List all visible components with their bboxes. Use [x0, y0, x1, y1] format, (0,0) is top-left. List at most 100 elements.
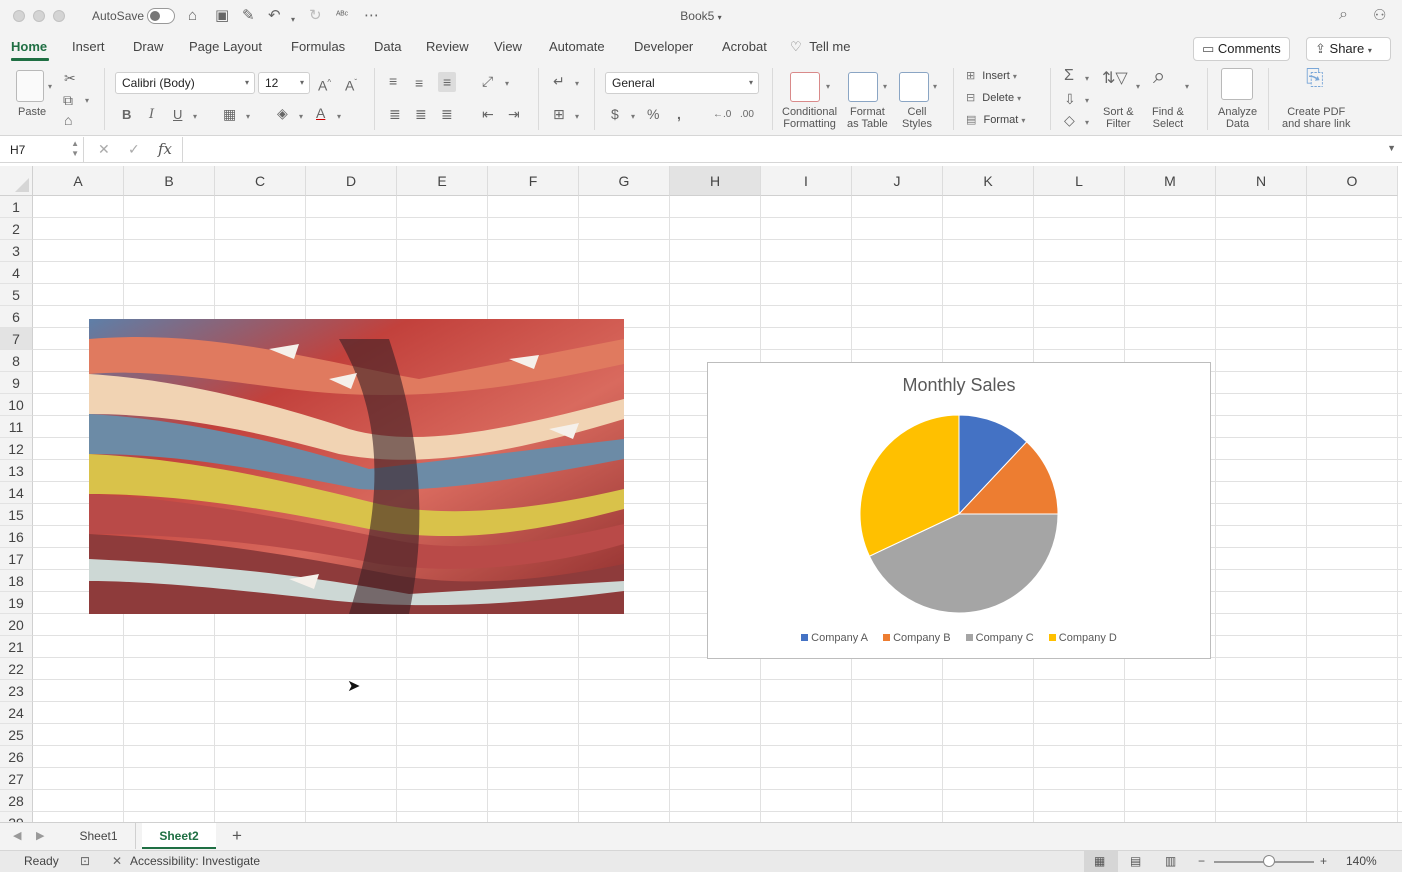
column-header-j[interactable]: J [852, 166, 943, 196]
sheet-tab-sheet2[interactable]: Sheet2 [142, 823, 216, 849]
copy-icon[interactable]: ⧉ [63, 92, 73, 108]
align-bottom-icon[interactable]: ≡ [438, 72, 457, 92]
increase-decimal-icon[interactable]: ←.0 [713, 107, 731, 123]
analyze-data-label[interactable]: Analyze Data [1218, 106, 1257, 130]
sort-filter-icon[interactable]: ⇅▽ [1102, 71, 1128, 87]
column-header-o[interactable]: O [1307, 166, 1398, 196]
sheet-tab-sheet1[interactable]: Sheet1 [62, 823, 136, 849]
find-select-label[interactable]: Find & Select [1152, 106, 1184, 130]
chart[interactable]: Monthly Sales Company A Company B Compan… [707, 362, 1211, 659]
tab-automate[interactable]: Automate [549, 39, 605, 54]
chevron-down-icon[interactable]: ▾ [246, 112, 250, 121]
row-header-19[interactable]: 19 [0, 592, 33, 614]
increase-indent-icon[interactable]: ⇥ [508, 106, 520, 122]
align-center-icon[interactable]: ≣ [415, 106, 427, 122]
conditional-formatting-icon[interactable] [790, 72, 820, 102]
orientation-icon[interactable]: ⤢ [482, 73, 493, 89]
tab-draw[interactable]: Draw [133, 39, 163, 54]
chevron-down-icon[interactable]: ▾ [1185, 82, 1189, 91]
zoom-level[interactable]: 140% [1346, 854, 1377, 868]
stepper-icon[interactable]: ▲ ▼ [71, 139, 79, 159]
align-left-icon[interactable]: ≣ [389, 106, 401, 122]
currency-icon[interactable]: $ [611, 106, 619, 122]
format-painter-icon[interactable]: ⌂ [64, 112, 72, 128]
enter-icon[interactable]: ✓ [128, 141, 140, 158]
people-icon[interactable]: ⚇ [1373, 6, 1386, 24]
italic-icon[interactable]: I [149, 107, 154, 123]
row-header-13[interactable]: 13 [0, 460, 33, 482]
zoom-out-icon[interactable]: − [1198, 854, 1205, 868]
chevron-down-icon[interactable]: ▾ [933, 82, 937, 91]
row-header-27[interactable]: 27 [0, 768, 33, 790]
zoom-slider-thumb[interactable] [1263, 855, 1275, 867]
row-header-2[interactable]: 2 [0, 218, 33, 240]
pie-plot-area[interactable] [708, 403, 1210, 643]
column-header-c[interactable]: C [215, 166, 306, 196]
fill-icon[interactable]: ⇩ [1064, 91, 1076, 107]
name-box[interactable]: H7 ▲ ▼ [0, 137, 84, 163]
row-header-16[interactable]: 16 [0, 526, 33, 548]
merge-center-icon[interactable]: ⊞ [553, 106, 565, 122]
formula-input[interactable] [182, 137, 1382, 163]
column-header-l[interactable]: L [1034, 166, 1125, 196]
row-header-24[interactable]: 24 [0, 702, 33, 724]
row-header-9[interactable]: 9 [0, 372, 33, 394]
column-header-f[interactable]: F [488, 166, 579, 196]
chevron-down-icon[interactable]: ▾ [883, 82, 887, 91]
row-header-17[interactable]: 17 [0, 548, 33, 570]
cell-styles-label[interactable]: Cell Styles [902, 106, 932, 130]
select-all-button[interactable] [0, 166, 33, 196]
bold-icon[interactable]: B [122, 107, 131, 123]
tab-formulas[interactable]: Formulas [291, 39, 345, 54]
chevron-down-icon[interactable]: ▾ [1085, 118, 1089, 127]
tab-review[interactable]: Review [426, 39, 469, 54]
page-layout-view-icon[interactable]: ▤ [1130, 854, 1141, 868]
worksheet-grid[interactable]: ABCDEFGHIJKLMNO 1 2 3 4 5 6 7 8 9 10 11 12 13 14 15 16 1… [0, 166, 1402, 822]
row-header-26[interactable]: 26 [0, 746, 33, 768]
create-pdf-label[interactable]: Create PDF and share link [1282, 106, 1351, 130]
tab-insert[interactable]: Insert [72, 39, 105, 54]
number-format-dropdown[interactable]: General ▾ [605, 72, 759, 94]
scroll-left-icon[interactable]: ◀ [13, 829, 21, 842]
tab-home[interactable]: Home [11, 39, 47, 54]
row-header-12[interactable]: 12 [0, 438, 33, 460]
decrease-indent-icon[interactable]: ⇤ [482, 106, 494, 122]
column-header-e[interactable]: E [397, 166, 488, 196]
tab-acrobat[interactable]: Acrobat [722, 39, 767, 54]
format-as-table-label[interactable]: Format as Table [847, 106, 888, 130]
page-break-view-icon[interactable]: ▥ [1165, 854, 1176, 868]
row-header-7[interactable]: 7 [0, 328, 33, 350]
clipboard-icon[interactable] [16, 70, 44, 102]
chevron-down-icon[interactable]: ▾ [337, 112, 341, 121]
function-icon[interactable]: fx [158, 140, 172, 158]
font-name-dropdown[interactable]: Calibri (Body) ▾ [115, 72, 255, 94]
conditional-formatting-label[interactable]: Conditional Formatting [782, 106, 837, 130]
tab-data[interactable]: Data [374, 39, 401, 54]
font-size-dropdown[interactable]: 12 ▾ [258, 72, 310, 94]
accessibility-icon[interactable]: ✕ [112, 854, 122, 868]
row-header-6[interactable]: 6 [0, 306, 33, 328]
row-header-25[interactable]: 25 [0, 724, 33, 746]
percent-icon[interactable]: % [647, 106, 659, 122]
row-header-4[interactable]: 4 [0, 262, 33, 284]
underline-icon[interactable]: U [173, 107, 182, 123]
cut-icon[interactable]: ✂ [64, 70, 76, 86]
chevron-down-icon[interactable]: ▾ [1136, 82, 1140, 91]
increase-font-size-icon[interactable]: A^ [318, 75, 331, 94]
cell-styles-icon[interactable] [899, 72, 929, 102]
row-header-8[interactable]: 8 [0, 350, 33, 372]
row-header-15[interactable]: 15 [0, 504, 33, 526]
tell-me-search[interactable]: ♡ Tell me [790, 39, 850, 55]
column-header-g[interactable]: G [579, 166, 670, 196]
autosum-icon[interactable]: Σ [1064, 68, 1074, 84]
chevron-down-icon[interactable]: ▾ [631, 112, 635, 121]
create-pdf-icon[interactable]: ⎘ [1306, 67, 1324, 89]
row-header-20[interactable]: 20 [0, 614, 33, 636]
format-cells-button[interactable]: ▤ Format ▾ [966, 113, 1025, 126]
row-header-1[interactable]: 1 [0, 196, 33, 218]
wrap-text-icon[interactable]: ↵ [553, 73, 565, 89]
sort-filter-label[interactable]: Sort & Filter [1103, 106, 1134, 130]
font-color-icon[interactable]: A [316, 105, 325, 121]
chevron-down-icon[interactable]: ▾ [1085, 74, 1089, 83]
column-header-k[interactable]: K [943, 166, 1034, 196]
